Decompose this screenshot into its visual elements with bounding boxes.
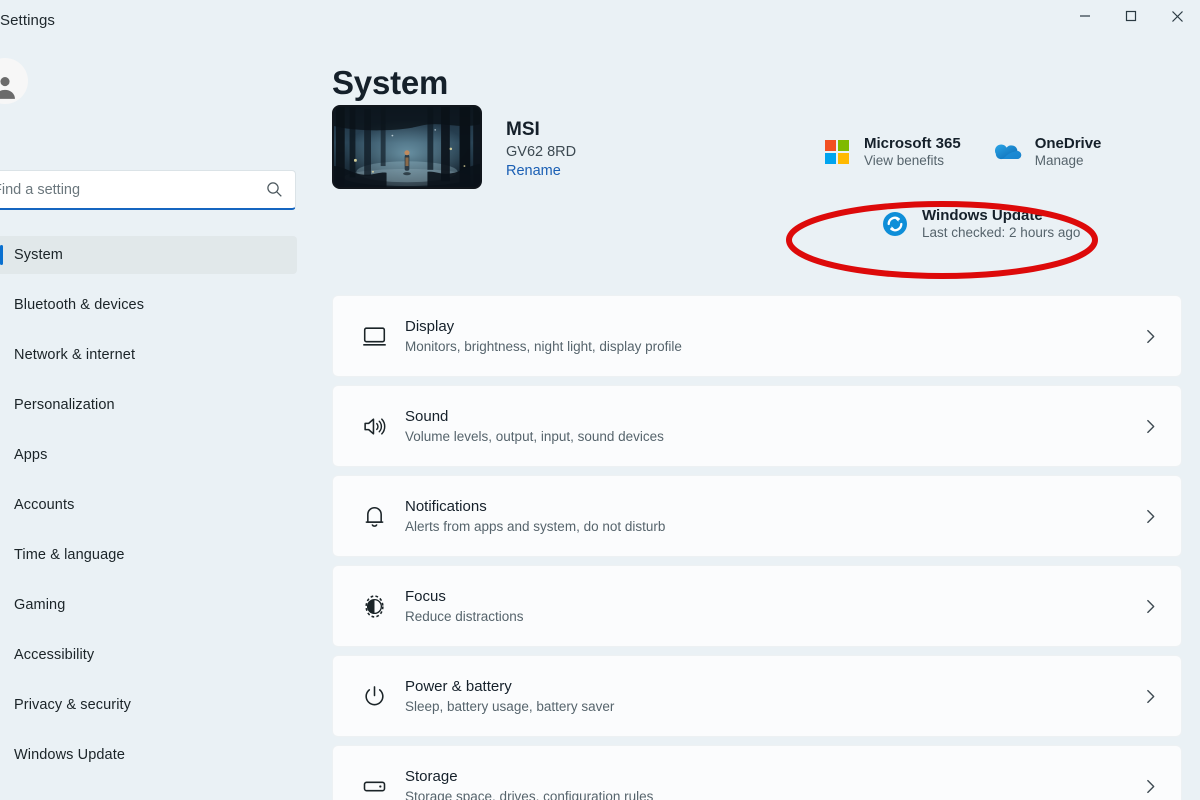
sidebar-item-label: Accessibility: [14, 647, 95, 663]
sidebar-item-label: Apps: [14, 447, 48, 463]
device-meta: MSI GV62 8RD Rename: [506, 115, 576, 179]
avatar[interactable]: [0, 58, 28, 104]
sidebar-item-label: Gaming: [14, 597, 66, 613]
settings-list: Display Monitors, brightness, night ligh…: [332, 295, 1182, 800]
wallpaper-forest-image: [334, 107, 480, 187]
quick-link-title: OneDrive: [1034, 135, 1102, 152]
quick-link-microsoft-365[interactable]: Microsoft 365 View benefits: [822, 135, 961, 168]
page-title: System: [332, 64, 449, 101]
sidebar-nav: System Bluetooth & devices Network & int…: [0, 236, 299, 786]
search-input[interactable]: [0, 181, 266, 198]
search-container: [0, 170, 296, 210]
settings-row-title: Storage: [405, 768, 458, 785]
rename-link[interactable]: Rename: [506, 163, 576, 179]
sidebar-item-time-language[interactable]: Time & language: [0, 536, 297, 574]
main-content: System MSI GV62 8RD Rename Microsoft 365…: [332, 0, 1200, 800]
settings-row-subtitle: Sleep, battery usage, battery saver: [405, 699, 615, 714]
quick-links-row: Microsoft 365 View benefits OneDrive Man…: [822, 135, 1200, 168]
settings-row-text: Sound Volume levels, output, input, soun…: [391, 408, 1142, 444]
quick-links: Microsoft 365 View benefits OneDrive Man…: [822, 135, 1200, 240]
sidebar-item-bluetooth-devices[interactable]: Bluetooth & devices: [0, 286, 297, 324]
power-icon: [357, 684, 391, 709]
onedrive-icon: [993, 137, 1023, 167]
settings-row-text: Notifications Alerts from apps and syste…: [391, 498, 1142, 534]
search-icon[interactable]: [266, 181, 283, 198]
settings-row-subtitle: Alerts from apps and system, do not dist…: [405, 519, 666, 534]
person-icon: [0, 77, 15, 99]
sidebar-item-accessibility[interactable]: Accessibility: [0, 636, 297, 674]
settings-window: Settings Find a setting System Bluetooth…: [0, 0, 1200, 800]
display-icon: [357, 324, 391, 349]
sidebar-item-label: Accounts: [14, 497, 75, 513]
settings-row-storage[interactable]: Storage Storage space, drives, configura…: [332, 745, 1182, 800]
sidebar-item-label: Privacy & security: [14, 697, 132, 713]
quick-link-subtitle: Last checked: 2 hours ago: [922, 225, 1081, 240]
sidebar-item-label: System: [14, 247, 63, 263]
quick-link-title: Windows Update: [922, 207, 1043, 224]
settings-row-text: Display Monitors, brightness, night ligh…: [391, 318, 1142, 354]
quick-link-subtitle: Manage: [1034, 153, 1084, 168]
sidebar-item-accounts[interactable]: Accounts: [0, 486, 297, 524]
sidebar-item-system[interactable]: System: [0, 236, 297, 274]
account-block[interactable]: [0, 58, 40, 104]
settings-row-text: Power & battery Sleep, battery usage, ba…: [391, 678, 1142, 714]
search-box[interactable]: [0, 170, 296, 210]
sound-icon: [357, 414, 391, 439]
settings-row-notifications[interactable]: Notifications Alerts from apps and syste…: [332, 475, 1182, 557]
sidebar-item-label: Windows Update: [14, 747, 126, 763]
selection-indicator: [0, 245, 3, 265]
sidebar-item-label: Personalization: [14, 397, 115, 413]
sidebar-item-privacy-security[interactable]: Privacy & security: [0, 686, 297, 724]
settings-row-text: Storage Storage space, drives, configura…: [391, 768, 1142, 800]
quick-link-text: Microsoft 365 View benefits: [864, 135, 961, 168]
settings-row-subtitle: Volume levels, output, input, sound devi…: [405, 429, 664, 444]
sidebar: Settings Find a setting System Bluetooth…: [0, 0, 299, 800]
sidebar-item-label: Bluetooth & devices: [14, 297, 145, 313]
settings-row-title: Focus: [405, 588, 446, 605]
settings-row-title: Display: [405, 318, 455, 335]
sidebar-item-personalization[interactable]: Personalization: [0, 386, 297, 424]
bell-icon: [357, 504, 391, 529]
focus-icon: [357, 594, 391, 619]
settings-row-power-battery[interactable]: Power & battery Sleep, battery usage, ba…: [332, 655, 1182, 737]
quick-link-title: Microsoft 365: [864, 135, 961, 152]
windows-update-icon: [880, 209, 910, 239]
sidebar-item-network-internet[interactable]: Network & internet: [0, 336, 297, 374]
quick-link-text: Windows Update Last checked: 2 hours ago: [922, 207, 1080, 240]
settings-row-text: Focus Reduce distractions: [391, 588, 1142, 624]
settings-row-title: Power & battery: [405, 678, 512, 695]
device-name: MSI: [506, 119, 540, 140]
settings-row-display[interactable]: Display Monitors, brightness, night ligh…: [332, 295, 1182, 377]
settings-row-title: Notifications: [405, 498, 487, 515]
app-title: Settings: [0, 12, 55, 29]
quick-link-subtitle: View benefits: [864, 153, 945, 168]
settings-row-title: Sound: [405, 408, 449, 425]
chevron-right-icon[interactable]: [1142, 508, 1159, 525]
chevron-right-icon[interactable]: [1142, 598, 1159, 615]
settings-row-subtitle: Reduce distractions: [405, 609, 524, 624]
storage-icon: [357, 774, 391, 799]
chevron-right-icon[interactable]: [1142, 778, 1159, 795]
chevron-right-icon[interactable]: [1142, 328, 1159, 345]
sidebar-item-label: Network & internet: [14, 347, 136, 363]
sidebar-item-gaming[interactable]: Gaming: [0, 586, 297, 624]
device-thumbnail: [332, 105, 482, 189]
settings-row-sound[interactable]: Sound Volume levels, output, input, soun…: [332, 385, 1182, 467]
chevron-right-icon[interactable]: [1142, 418, 1159, 435]
settings-row-subtitle: Storage space, drives, configuration rul…: [405, 789, 654, 800]
microsoft-365-icon: [822, 137, 852, 167]
device-model: GV62 8RD: [506, 144, 577, 160]
quick-link-onedrive[interactable]: OneDrive Manage: [993, 135, 1102, 168]
settings-row-focus[interactable]: Focus Reduce distractions: [332, 565, 1182, 647]
chevron-right-icon[interactable]: [1142, 688, 1159, 705]
sidebar-item-label: Time & language: [14, 547, 125, 563]
quick-link-windows-update[interactable]: Windows Update Last checked: 2 hours ago: [880, 207, 1080, 240]
quick-link-text: OneDrive Manage: [1035, 135, 1102, 168]
device-summary: MSI GV62 8RD Rename: [332, 105, 576, 189]
sidebar-item-apps[interactable]: Apps: [0, 436, 297, 474]
settings-row-subtitle: Monitors, brightness, night light, displ…: [405, 339, 682, 354]
sidebar-item-windows-update[interactable]: Windows Update: [0, 736, 297, 774]
